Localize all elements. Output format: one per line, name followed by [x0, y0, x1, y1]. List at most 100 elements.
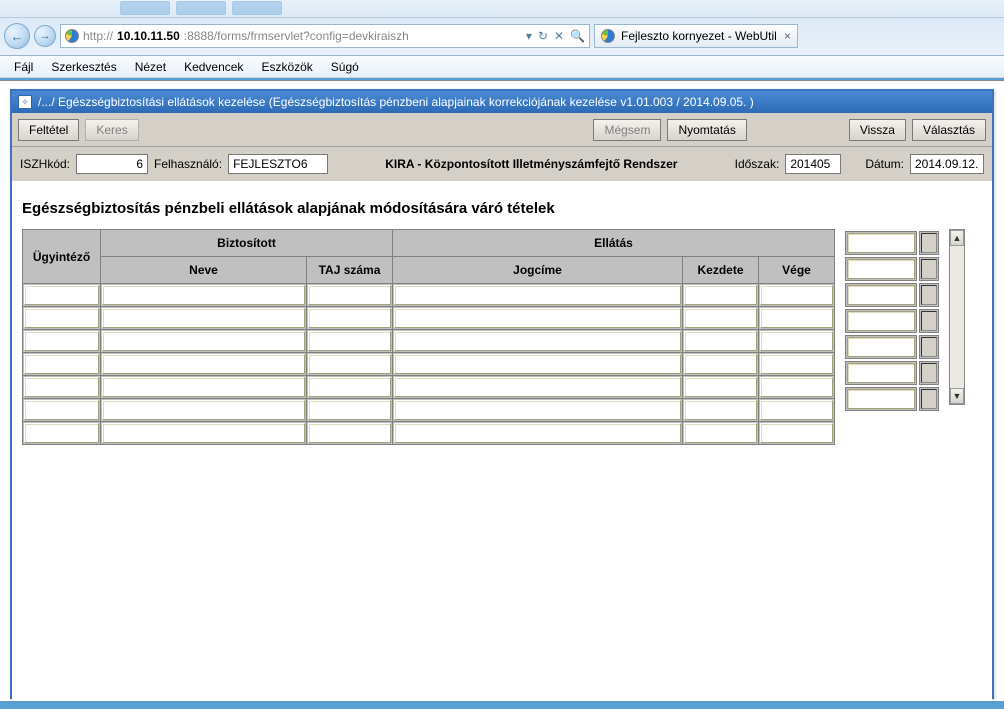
- browser-tab[interactable]: Fejleszto kornyezet - WebUtil ×: [594, 24, 798, 48]
- stop-icon[interactable]: ✕: [554, 29, 564, 43]
- table-cell[interactable]: [760, 331, 833, 351]
- ie-icon: [65, 29, 79, 43]
- side-cell[interactable]: [847, 363, 915, 383]
- side-cell[interactable]: [847, 337, 915, 357]
- row-checkbox[interactable]: [921, 363, 937, 383]
- table-cell[interactable]: [760, 423, 833, 443]
- close-icon[interactable]: ×: [784, 29, 791, 43]
- main-table: Ügyintéző Biztosított Ellátás Neve TAJ s…: [22, 229, 835, 445]
- table-cell[interactable]: [394, 308, 681, 328]
- datum-field[interactable]: 2014.09.12.: [910, 154, 984, 174]
- section-title: Egészségbiztosítás pénzbeli ellátások al…: [22, 200, 982, 217]
- table-cell[interactable]: [102, 285, 305, 305]
- table-cell[interactable]: [760, 285, 833, 305]
- nav-forward-button[interactable]: →: [34, 25, 56, 47]
- table-cell[interactable]: [308, 285, 391, 305]
- menu-edit[interactable]: Szerkesztés: [43, 58, 124, 76]
- table-cell[interactable]: [24, 377, 99, 397]
- table-cell[interactable]: [102, 354, 305, 374]
- menu-file[interactable]: Fájl: [6, 58, 41, 76]
- row-checkbox[interactable]: [921, 311, 937, 331]
- scroll-track[interactable]: [950, 246, 964, 388]
- table-cell[interactable]: [394, 285, 681, 305]
- feltetel-button[interactable]: Feltétel: [18, 119, 79, 141]
- table-cell[interactable]: [102, 308, 305, 328]
- table-cell[interactable]: [24, 285, 99, 305]
- table-cell[interactable]: [760, 354, 833, 374]
- iszh-field[interactable]: 6: [76, 154, 148, 174]
- table-cell[interactable]: [760, 400, 833, 420]
- menu-bar: Fájl Szerkesztés Nézet Kedvencek Eszközö…: [0, 56, 1004, 78]
- table-cell[interactable]: [24, 331, 99, 351]
- table-cell[interactable]: [308, 423, 391, 443]
- th-kezdete: Kezdete: [683, 257, 759, 284]
- menu-view[interactable]: Nézet: [127, 58, 174, 76]
- keres-button[interactable]: Keres: [85, 119, 138, 141]
- table-cell[interactable]: [308, 308, 391, 328]
- table-cell[interactable]: [308, 377, 391, 397]
- address-bar[interactable]: http://10.10.11.50:8888/forms/frmservlet…: [60, 24, 590, 48]
- table-cell[interactable]: [394, 354, 681, 374]
- table-cell[interactable]: [684, 377, 757, 397]
- th-neve: Neve: [101, 257, 307, 284]
- row-checkbox[interactable]: [921, 337, 937, 357]
- table-cell[interactable]: [24, 400, 99, 420]
- menu-favorites[interactable]: Kedvencek: [176, 58, 251, 76]
- table-cell[interactable]: [102, 331, 305, 351]
- iszh-label: ISZHkód:: [20, 157, 70, 171]
- url-host: 10.10.11.50: [117, 29, 180, 43]
- table-cell[interactable]: [102, 423, 305, 443]
- search-icon[interactable]: 🔍: [570, 29, 585, 43]
- vertical-scrollbar[interactable]: ▲ ▼: [949, 229, 965, 405]
- arrow-right-icon: →: [40, 30, 51, 42]
- row-checkbox[interactable]: [921, 389, 937, 409]
- app-title: KIRA - Központosított Illetményszámfejtő…: [334, 157, 729, 171]
- table-cell[interactable]: [308, 331, 391, 351]
- side-cell[interactable]: [847, 285, 915, 305]
- table-cell[interactable]: [24, 354, 99, 374]
- table-cell[interactable]: [394, 331, 681, 351]
- row-checkbox[interactable]: [921, 259, 937, 279]
- table-cell[interactable]: [394, 423, 681, 443]
- table-cell[interactable]: [102, 377, 305, 397]
- table-cell[interactable]: [684, 285, 757, 305]
- ie-icon: [601, 29, 615, 43]
- table-cell[interactable]: [24, 423, 99, 443]
- vissza-button[interactable]: Vissza: [849, 119, 906, 141]
- table-cell[interactable]: [684, 400, 757, 420]
- nav-back-button[interactable]: ←: [4, 23, 30, 49]
- table-cell[interactable]: [308, 354, 391, 374]
- felh-field[interactable]: FEJLESZTO6: [228, 154, 328, 174]
- scroll-down-icon[interactable]: ▼: [950, 388, 964, 404]
- table-cell[interactable]: [684, 308, 757, 328]
- scroll-up-icon[interactable]: ▲: [950, 230, 964, 246]
- menu-tools[interactable]: Eszközök: [253, 58, 320, 76]
- row-checkbox[interactable]: [921, 233, 937, 253]
- table-cell[interactable]: [684, 331, 757, 351]
- th-biztositott: Biztosított: [101, 230, 393, 257]
- side-cell[interactable]: [847, 233, 915, 253]
- menu-help[interactable]: Súgó: [323, 58, 367, 76]
- side-cell[interactable]: [847, 259, 915, 279]
- table-cell[interactable]: [394, 400, 681, 420]
- refresh-icon[interactable]: ↻: [538, 29, 548, 43]
- url-path: :8888/forms/frmservlet?config=devkiraisz…: [184, 29, 409, 43]
- valasztas-button[interactable]: Választás: [912, 119, 986, 141]
- side-table: [843, 229, 941, 413]
- table-cell[interactable]: [684, 423, 757, 443]
- table-cell[interactable]: [760, 377, 833, 397]
- table-cell[interactable]: [760, 308, 833, 328]
- megsem-button[interactable]: Mégsem: [593, 119, 661, 141]
- row-checkbox[interactable]: [921, 285, 937, 305]
- idoszak-field[interactable]: 201405: [785, 154, 841, 174]
- th-jogcime: Jogcíme: [393, 257, 683, 284]
- side-cell[interactable]: [847, 311, 915, 331]
- table-cell[interactable]: [394, 377, 681, 397]
- dropdown-icon[interactable]: ▾: [526, 29, 532, 43]
- table-cell[interactable]: [102, 400, 305, 420]
- side-cell[interactable]: [847, 389, 915, 409]
- table-cell[interactable]: [684, 354, 757, 374]
- nyomtatas-button[interactable]: Nyomtatás: [667, 119, 746, 141]
- table-cell[interactable]: [308, 400, 391, 420]
- table-cell[interactable]: [24, 308, 99, 328]
